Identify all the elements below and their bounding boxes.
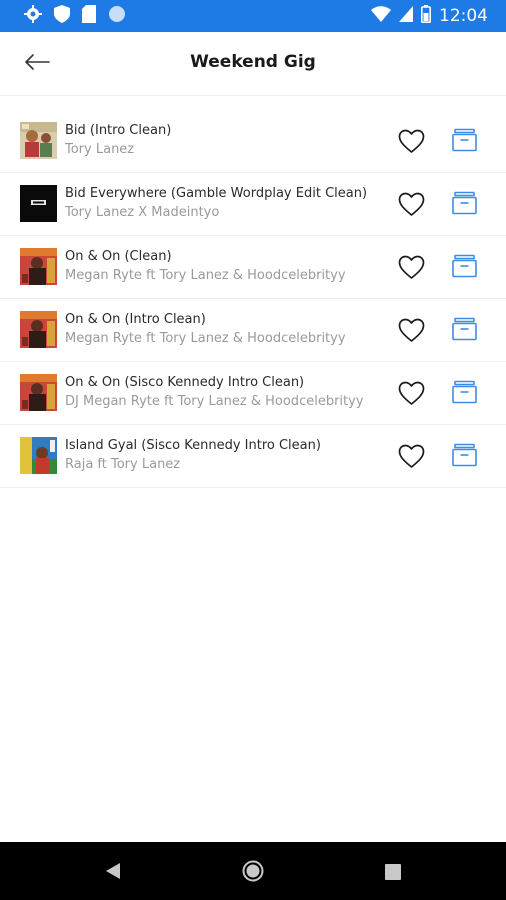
add-to-crate-button[interactable]	[451, 254, 478, 279]
shield-icon	[54, 5, 70, 27]
track-artist: Tory Lanez	[65, 142, 135, 157]
favorite-button[interactable]	[398, 444, 425, 469]
heart-icon	[398, 381, 425, 410]
crate-icon	[451, 128, 478, 157]
nav-home-button[interactable]	[242, 860, 264, 886]
add-to-crate-button[interactable]	[451, 443, 478, 468]
track-list: Bid (Intro Clean) Tory Lanez Bid Everywh…	[0, 110, 506, 488]
home-circle-icon	[242, 860, 264, 886]
track-artist: Raja ft Tory Lanez	[65, 457, 181, 472]
status-time: 12:04	[439, 6, 488, 26]
add-to-crate-button[interactable]	[451, 191, 478, 216]
album-cover	[20, 185, 57, 222]
circle-icon	[108, 5, 126, 27]
add-to-crate-button[interactable]	[451, 128, 478, 153]
battery-icon	[421, 5, 431, 27]
track-artist: Tory Lanez X Madeintyo	[65, 205, 220, 220]
nav-back-button[interactable]	[104, 862, 122, 884]
crate-icon	[451, 254, 478, 283]
wifi-icon	[371, 6, 391, 26]
heart-icon	[398, 129, 425, 158]
square-recents-icon	[385, 864, 401, 884]
navigation-bar	[0, 842, 506, 900]
heart-icon	[398, 318, 425, 347]
album-cover	[20, 374, 57, 411]
heart-icon	[398, 444, 425, 473]
track-title: Bid Everywhere (Gamble Wordplay Edit Cle…	[65, 186, 368, 201]
favorite-button[interactable]	[398, 381, 425, 406]
sd-card-icon	[82, 5, 96, 27]
track-title: On & On (Clean)	[65, 249, 172, 264]
signal-icon	[399, 6, 413, 26]
track-row[interactable]: On & On (Clean) Megan Ryte ft Tory Lanez…	[0, 236, 506, 299]
status-bar: 12:04	[0, 0, 506, 32]
triangle-back-icon	[104, 863, 122, 884]
track-row[interactable]: Bid Everywhere (Gamble Wordplay Edit Cle…	[0, 173, 506, 236]
track-row[interactable]: On & On (Intro Clean) Megan Ryte ft Tory…	[0, 299, 506, 362]
track-row[interactable]: Island Gyal (Sisco Kennedy Intro Clean) …	[0, 425, 506, 488]
app-bar: Weekend Gig	[0, 32, 506, 96]
heart-icon	[398, 192, 425, 221]
add-to-crate-button[interactable]	[451, 317, 478, 342]
add-to-crate-button[interactable]	[451, 380, 478, 405]
favorite-button[interactable]	[398, 129, 425, 154]
album-cover	[20, 311, 57, 348]
favorite-button[interactable]	[398, 255, 425, 280]
crate-icon	[451, 191, 478, 220]
track-title: On & On (Sisco Kennedy Intro Clean)	[65, 375, 305, 390]
track-title: On & On (Intro Clean)	[65, 312, 206, 327]
crate-icon	[451, 380, 478, 409]
album-cover	[20, 437, 57, 474]
track-artist: DJ Megan Ryte ft Tory Lanez & Hoodcelebr…	[65, 394, 364, 409]
album-cover	[20, 248, 57, 285]
favorite-button[interactable]	[398, 192, 425, 217]
track-title: Bid (Intro Clean)	[65, 123, 172, 138]
page-title: Weekend Gig	[190, 52, 316, 72]
album-cover	[20, 122, 57, 159]
track-row[interactable]: On & On (Sisco Kennedy Intro Clean) DJ M…	[0, 362, 506, 425]
gear-icon	[24, 5, 42, 27]
nav-recents-button[interactable]	[385, 864, 401, 884]
crate-icon	[451, 443, 478, 472]
crate-icon	[451, 317, 478, 346]
track-artist: Megan Ryte ft Tory Lanez & Hoodcelebrity…	[65, 268, 346, 283]
favorite-button[interactable]	[398, 318, 425, 343]
heart-icon	[398, 255, 425, 284]
track-artist: Megan Ryte ft Tory Lanez & Hoodcelebrity…	[65, 331, 346, 346]
track-row[interactable]: Bid (Intro Clean) Tory Lanez	[0, 110, 506, 173]
track-title: Island Gyal (Sisco Kennedy Intro Clean)	[65, 438, 321, 453]
